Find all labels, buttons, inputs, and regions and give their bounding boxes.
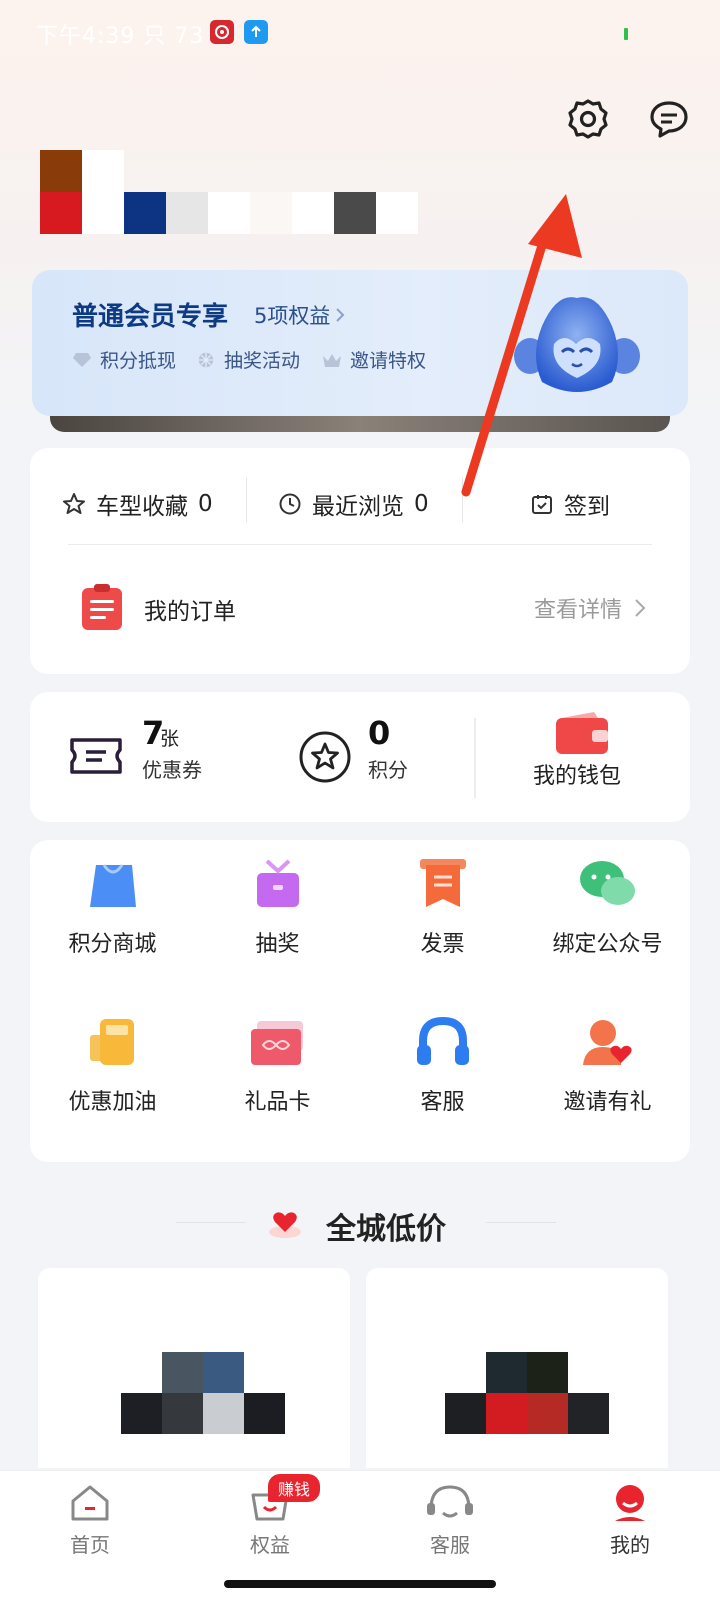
perk-invite: 邀请特权 [322, 346, 426, 373]
recent-views-link[interactable]: 最近浏览 0 [278, 482, 429, 526]
points-label[interactable]: 积分 [368, 754, 408, 783]
message-button[interactable] [646, 96, 692, 142]
tab-home[interactable]: 首页 [45, 1483, 135, 1558]
divider [474, 718, 476, 798]
chevron-right-icon [336, 308, 345, 322]
app-notification-icon [210, 20, 234, 44]
favorite-models-label: 车型收藏 [96, 494, 188, 520]
clock-icon [279, 493, 301, 515]
user-profile-mosaic[interactable] [40, 150, 418, 234]
check-in-link[interactable]: 签到 [530, 482, 610, 526]
benefits-link[interactable]: 5项权益 [254, 300, 346, 330]
settings-button[interactable] [565, 96, 611, 142]
gear-icon [568, 99, 608, 139]
service-lottery[interactable]: 抽奖 [195, 842, 360, 972]
service-gift-card[interactable]: 礼品卡 [195, 1000, 360, 1130]
order-clipboard-icon [82, 584, 122, 630]
service-label: 客服 [420, 1090, 465, 1115]
coupon-label[interactable]: 优惠券 [142, 754, 202, 783]
points-count[interactable]: 0 [368, 714, 390, 752]
invoice-icon [419, 859, 466, 907]
points-star-icon [299, 731, 351, 783]
order-detail-label: 查看详情 [533, 598, 622, 623]
service-bind-wechat[interactable]: 绑定公众号 [525, 842, 690, 972]
perk-label: 积分抵现 [100, 350, 177, 372]
ticket-icon [70, 738, 122, 774]
service-invoice[interactable]: 发票 [360, 842, 525, 972]
upload-notification-icon [244, 20, 268, 44]
tab-label: 客服 [430, 1533, 470, 1557]
order-detail-link[interactable]: 查看详情 [534, 592, 646, 624]
divider [246, 478, 247, 522]
headset-icon [416, 1016, 469, 1065]
my-wallet-label[interactable]: 我的钱包 [533, 758, 621, 790]
product-card[interactable] [38, 1268, 350, 1468]
service-label: 优惠加油 [68, 1090, 157, 1115]
divider [462, 478, 463, 522]
gift-box-icon [256, 859, 299, 907]
shopping-bag-icon [89, 864, 136, 907]
home-indicator[interactable] [224, 1580, 496, 1588]
divider [68, 544, 652, 545]
service-label: 积分商城 [68, 932, 157, 957]
tab-me[interactable]: 我的 [585, 1483, 675, 1558]
service-label: 发票 [420, 932, 465, 957]
perk-points-cash: 积分抵现 [72, 346, 176, 373]
service-label: 绑定公众号 [552, 932, 663, 957]
status-bar: 下午4:39 只 73 [0, 0, 720, 64]
my-orders-label[interactable]: 我的订单 [144, 592, 236, 626]
wheel-icon [198, 352, 214, 367]
calendar-check-icon [532, 495, 552, 514]
favorite-models-count: 0 [198, 491, 213, 517]
tab-label: 首页 [70, 1533, 110, 1557]
chat-bubble-icon [650, 101, 688, 138]
service-points-mall[interactable]: 积分商城 [30, 842, 195, 972]
headset-icon [427, 1485, 473, 1518]
service-label: 邀请有礼 [563, 1090, 652, 1115]
assets-card: 7 张 优惠券 0 积分 我的钱包 [30, 692, 690, 822]
gift-card-icon [250, 1021, 303, 1065]
services-card: 积分商城 抽奖 发票 绑定公众号 优惠加油 礼品卡 客服 邀请有礼 [30, 840, 690, 1162]
member-title: 普通会员专享 [72, 302, 229, 332]
tab-label: 权益 [250, 1533, 290, 1557]
mascot-illustration [514, 297, 640, 392]
service-customer-support[interactable]: 客服 [360, 1000, 525, 1130]
benefits-link-label: 5项权益 [254, 304, 331, 328]
activity-card: 车型收藏 0 最近浏览 0 签到 我的订单 查看详情 [30, 448, 690, 674]
star-outline-icon [63, 493, 85, 514]
section-title: 全城低价 [326, 1212, 446, 1247]
home-icon [71, 1485, 109, 1521]
fuel-pump-icon [89, 1019, 134, 1065]
chevron-right-icon [635, 599, 646, 617]
recent-views-count: 0 [414, 491, 429, 517]
user-avatar-icon [615, 1485, 645, 1521]
diamond-icon [73, 352, 91, 367]
check-in-label: 签到 [564, 494, 610, 520]
perk-lottery: 抽奖活动 [196, 346, 300, 373]
service-label: 抽奖 [255, 932, 300, 957]
recent-views-label: 最近浏览 [312, 494, 404, 520]
tab-label: 我的 [610, 1533, 650, 1557]
section-divider-right [486, 1222, 556, 1223]
battery-icon [624, 28, 628, 40]
favorite-models-link[interactable]: 车型收藏 0 [62, 482, 213, 526]
wechat-icon [579, 861, 635, 905]
invite-friend-icon [582, 1020, 632, 1065]
section-divider-left [176, 1222, 246, 1223]
member-benefits-card[interactable]: 普通会员专享 5项权益 积分抵现 抽奖活动 邀请特权 [32, 270, 688, 416]
status-time: 下午4:39 只 73 [36, 24, 205, 49]
tab-service[interactable]: 客服 [405, 1483, 495, 1558]
service-label: 礼品卡 [244, 1090, 311, 1115]
perk-label: 邀请特权 [350, 350, 427, 372]
wallet-icon [556, 712, 608, 754]
product-card[interactable] [366, 1268, 668, 1468]
service-invite-reward[interactable]: 邀请有礼 [525, 1000, 690, 1130]
earn-money-badge: 赚钱 [268, 1474, 321, 1502]
perk-label: 抽奖活动 [224, 350, 301, 372]
crown-icon [323, 353, 341, 367]
service-fuel-discount[interactable]: 优惠加油 [30, 1000, 195, 1130]
heart-icon [269, 1212, 301, 1238]
coupon-unit: 张 [160, 728, 180, 750]
